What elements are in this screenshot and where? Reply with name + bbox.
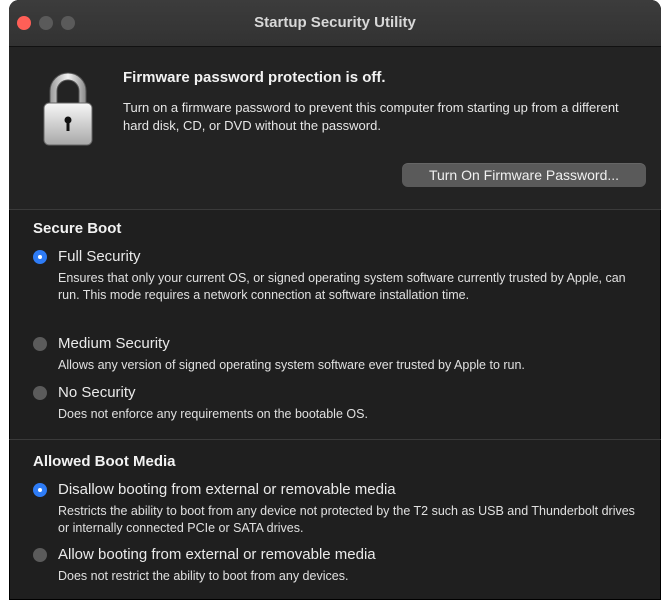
- allowed-boot-media-title: Allowed Boot Media: [33, 453, 176, 470]
- medium-security-radio[interactable]: [33, 337, 47, 351]
- firmware-description: Turn on a firmware password to prevent t…: [123, 100, 619, 133]
- option-description: Does not restrict the ability to boot fr…: [58, 569, 349, 583]
- option-full-security[interactable]: Full Security Ensures that only your cur…: [33, 248, 653, 328]
- no-security-radio[interactable]: [33, 386, 47, 400]
- secure-boot-title: Secure Boot: [33, 220, 122, 237]
- option-description: Restricts the ability to boot from any d…: [58, 504, 635, 535]
- option-description: Allows any version of signed operating s…: [58, 358, 525, 372]
- title-bar[interactable]: Startup Security Utility: [9, 0, 661, 47]
- option-label: Medium Security: [58, 335, 170, 352]
- option-disallow-external-boot[interactable]: Disallow booting from external or remova…: [33, 481, 653, 541]
- startup-security-window: Startup Security Utility Firmware passwo…: [9, 0, 661, 600]
- disallow-external-boot-radio[interactable]: [33, 483, 47, 497]
- firmware-status-heading: Firmware password protection is off.: [123, 69, 386, 86]
- option-label: Full Security: [58, 248, 141, 265]
- section-divider: [9, 209, 661, 210]
- option-allow-external-boot[interactable]: Allow booting from external or removable…: [33, 546, 653, 588]
- option-description: Does not enforce any requirements on the…: [58, 407, 368, 421]
- firmware-section: Firmware password protection is off. Tur…: [9, 47, 661, 209]
- allow-external-boot-radio[interactable]: [33, 548, 47, 562]
- option-description: Ensures that only your current OS, or si…: [58, 271, 626, 302]
- option-medium-security[interactable]: Medium Security Allows any version of si…: [33, 335, 653, 377]
- option-label: Allow booting from external or removable…: [58, 546, 376, 563]
- turn-on-firmware-password-button[interactable]: Turn On Firmware Password...: [402, 163, 646, 187]
- option-label: Disallow booting from external or remova…: [58, 481, 396, 498]
- window-title: Startup Security Utility: [254, 14, 416, 31]
- option-label: No Security: [58, 384, 136, 401]
- option-no-security[interactable]: No Security Does not enforce any require…: [33, 384, 653, 426]
- full-security-radio[interactable]: [33, 250, 47, 264]
- padlock-icon: [43, 72, 93, 146]
- section-divider: [9, 439, 661, 440]
